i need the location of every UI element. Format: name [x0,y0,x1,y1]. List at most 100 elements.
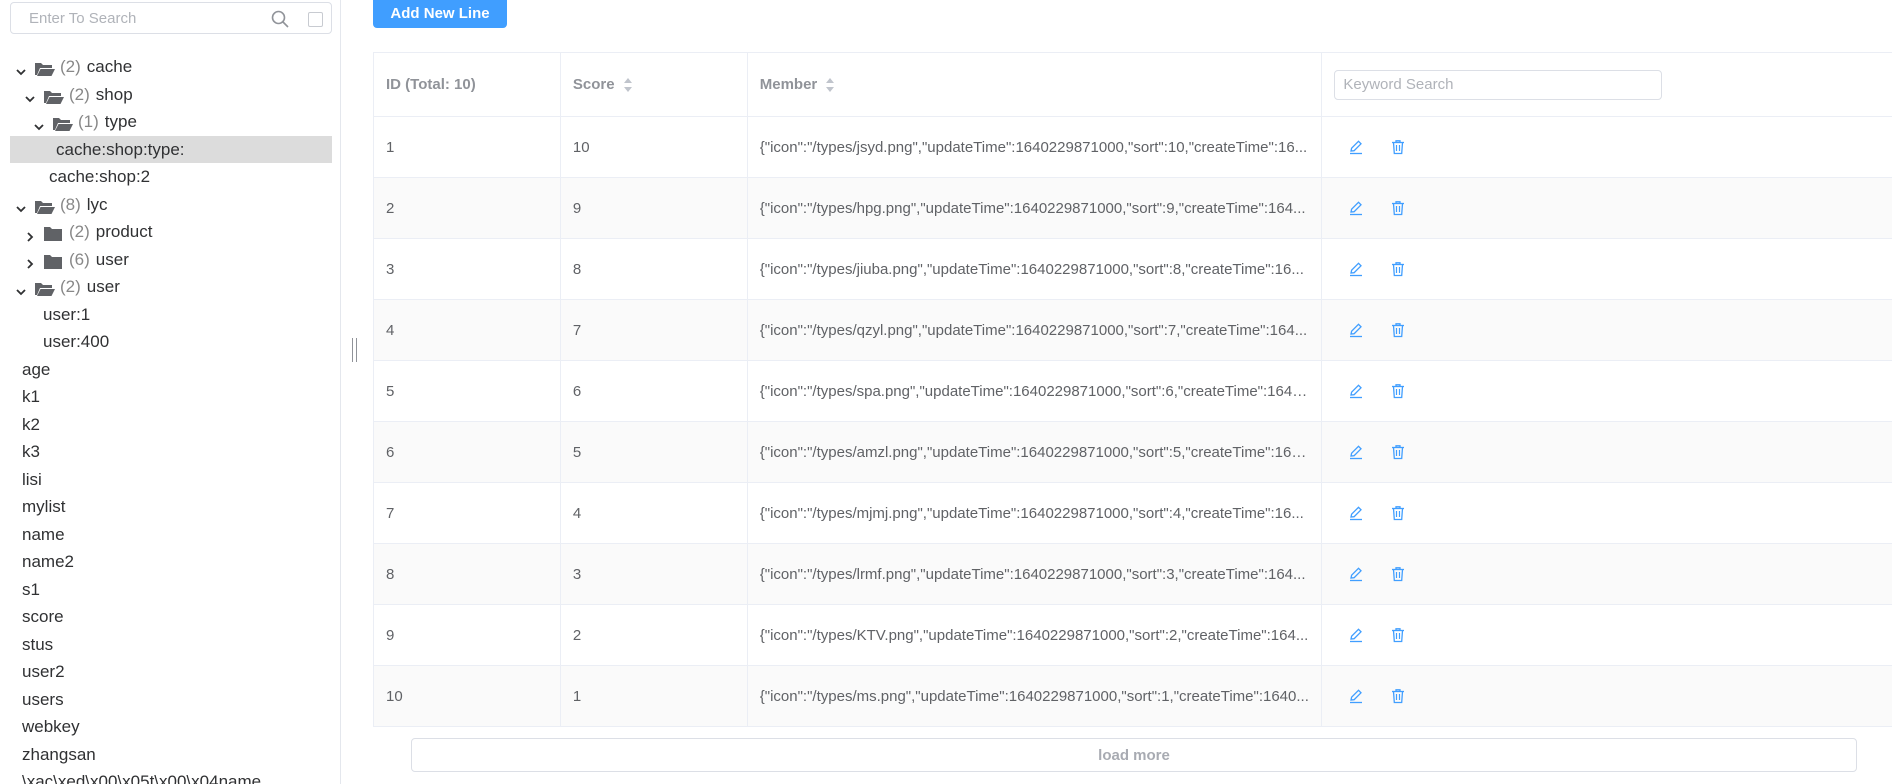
header-actions [1322,53,1892,116]
tree-key-item[interactable]: user2 [10,658,332,686]
tree-key-item[interactable]: k2 [10,411,332,439]
tree-key-item[interactable]: age [10,356,332,384]
folder-open-icon [52,113,74,132]
delete-icon[interactable] [1390,566,1406,582]
tree-item-label: \xac\xed\x00\x05t\x00\x04name [22,772,262,784]
edit-icon[interactable] [1348,566,1364,582]
cell-id: 8 [374,544,561,604]
tree-folder[interactable]: (2) shop [10,81,332,109]
edit-icon[interactable] [1348,505,1364,521]
edit-icon[interactable] [1348,261,1364,277]
edit-icon[interactable] [1348,688,1364,704]
tree-item-label: cache [86,57,133,76]
tree-key-item[interactable]: s1 [10,576,332,604]
tree-item-label: product [95,222,153,241]
cell-member: {"icon":"/types/mjmj.png","updateTime":1… [748,483,1323,543]
folder-key-count: (2) [69,84,90,104]
cell-actions [1322,544,1892,604]
cell-actions [1322,422,1892,482]
pane-resize-handle[interactable] [352,338,357,362]
tree-item-label: k3 [22,442,40,461]
sort-icon[interactable] [825,77,835,93]
delete-icon[interactable] [1390,139,1406,155]
tree-key-item[interactable]: mylist [10,493,332,521]
cell-actions [1322,117,1892,177]
chevron-down-icon[interactable] [23,87,37,103]
cell-score: 5 [561,422,748,482]
delete-icon[interactable] [1390,261,1406,277]
delete-icon[interactable] [1390,505,1406,521]
tree-folder[interactable]: (6) user [10,246,332,274]
tree-key-item[interactable]: users [10,686,332,714]
tree-folder[interactable]: (8) lyc [10,191,332,219]
key-tree: (2) cache (2) shop (1) type cache:shop:type: ca… [10,53,332,784]
header-score[interactable]: Score [561,53,748,116]
header-member[interactable]: Member [748,53,1323,116]
tree-key-item[interactable]: user:400 [10,328,332,356]
tree-key-item[interactable]: k3 [10,438,332,466]
tree-folder[interactable]: (2) product [10,218,332,246]
tree-key-item[interactable]: zhangsan [10,741,332,769]
chevron-down-icon[interactable] [14,280,28,296]
cell-member: {"icon":"/types/hpg.png","updateTime":16… [748,178,1323,238]
tree-key-item[interactable]: k1 [10,383,332,411]
tree-item-label: lyc [86,194,108,214]
tree-item-label: mylist [22,497,66,516]
folder-key-count: (6) [69,249,90,269]
tree-key-item[interactable]: webkey [10,713,332,741]
folder-key-count: (1) [78,112,99,131]
cell-score: 6 [561,361,748,421]
key-search-input[interactable] [11,3,289,33]
keyword-search-input[interactable] [1334,69,1663,100]
sort-icon[interactable] [623,77,633,93]
chevron-right-icon[interactable] [23,252,37,269]
edit-icon[interactable] [1348,322,1364,338]
cell-score: 9 [561,178,748,238]
edit-icon[interactable] [1348,627,1364,643]
edit-icon[interactable] [1348,139,1364,155]
tree-key-item[interactable]: score [10,603,332,631]
tree-key-item[interactable]: user:1 [10,301,332,329]
cell-id: 9 [374,605,561,665]
chevron-down-icon[interactable] [32,115,46,131]
delete-icon[interactable] [1390,322,1406,338]
tree-folder[interactable]: (2) cache [10,53,332,81]
edit-icon[interactable] [1348,200,1364,216]
tree-folder[interactable]: (2) user [10,273,332,301]
chevron-right-icon[interactable] [23,225,37,242]
delete-icon[interactable] [1390,688,1406,704]
cell-actions [1322,300,1892,360]
tree-folder[interactable]: (1) type [10,108,332,136]
tree-key-item[interactable]: name [10,521,332,549]
header-member-label: Member [759,76,818,93]
chevron-down-icon[interactable] [14,60,28,76]
cell-actions [1322,483,1892,543]
delete-icon[interactable] [1390,200,1406,216]
cell-member: {"icon":"/types/spa.png","updateTime":16… [748,361,1323,421]
delete-icon[interactable] [1390,383,1406,399]
cell-id: 7 [374,483,561,543]
chevron-down-icon[interactable] [14,197,28,213]
delete-icon[interactable] [1390,444,1406,460]
edit-icon[interactable] [1348,444,1364,460]
tree-key-item[interactable]: cache:shop:2 [10,163,332,191]
cell-score: 7 [561,300,748,360]
tree-key-item[interactable]: cache:shop:type: [10,135,332,163]
folder-key-count: (2) [60,277,81,296]
tree-key-item[interactable]: \xac\xed\x00\x05t\x00\x04name [10,768,332,784]
delete-icon[interactable] [1390,627,1406,643]
cell-score: 4 [561,483,748,543]
exact-match-checkbox[interactable] [308,12,323,27]
tree-item-label: shop [95,84,133,104]
tree-key-item[interactable]: stus [10,631,332,659]
load-more-button[interactable]: load more [411,738,1857,772]
table-body: 1 10 {"icon":"/types/jsyd.png","updateTime… [373,117,1892,727]
search-icon[interactable] [271,10,289,28]
tree-key-item[interactable]: lisi [10,466,332,494]
edit-icon[interactable] [1348,383,1364,399]
table-header: ID (Total: 10) Score Member [373,53,1892,117]
add-new-line-button[interactable]: Add New Line [373,0,507,28]
folder-key-count: (2) [60,57,81,76]
cell-member-text: {"icon":"/types/jiuba.png","updateTime":… [759,260,1304,278]
tree-key-item[interactable]: name2 [10,548,332,576]
